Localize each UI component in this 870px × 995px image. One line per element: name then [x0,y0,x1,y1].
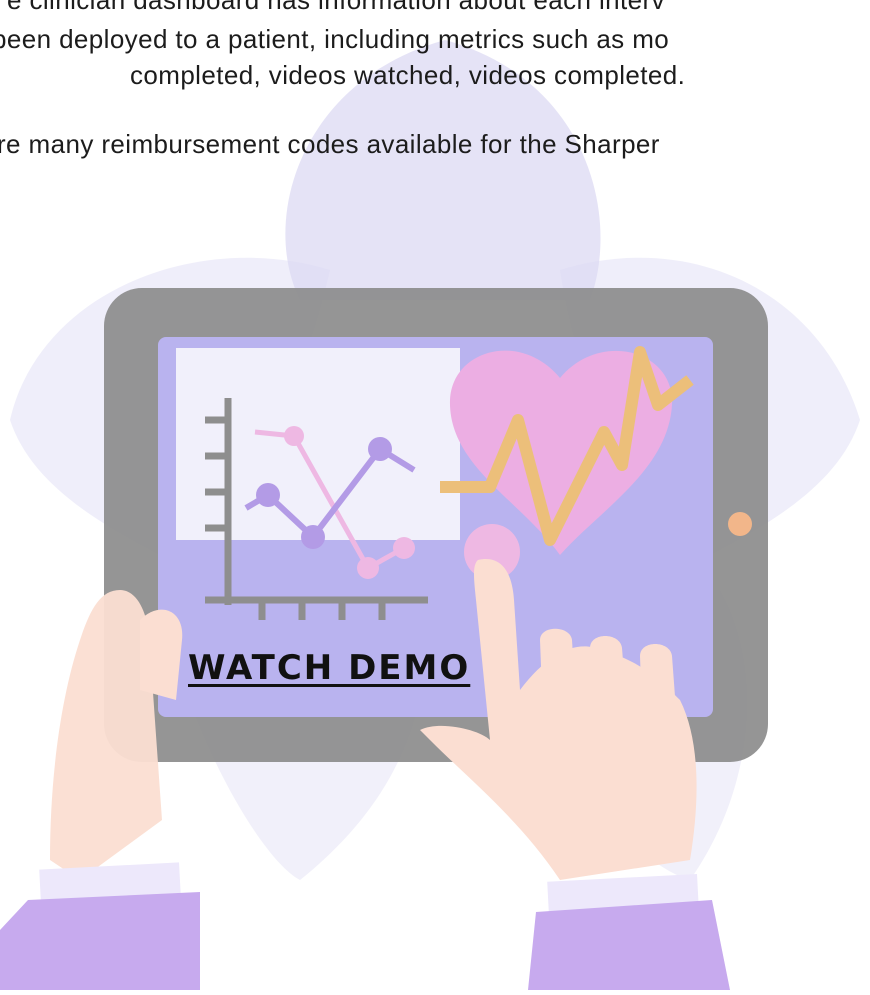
right-finger-2 [590,636,626,702]
intro-line-1: e clinician dashboard has information ab… [7,0,665,15]
intro-line-3: completed, videos watched, videos comple… [130,60,686,90]
left-thumb [140,609,183,700]
right-finger-3 [640,644,676,712]
right-sleeve [528,900,730,990]
right-finger-1 [540,628,575,692]
intro-line-2: been deployed to a patient, including me… [0,24,670,54]
watch-demo-link[interactable]: WATCH DEMO [188,648,470,688]
intro-paragraphs: e clinician dashboard has information ab… [0,0,870,200]
intro-line-4: re many reimbursement codes available fo… [0,129,660,159]
tablet-home-button [728,512,752,536]
left-sleeve [0,892,200,990]
chart-panel [176,348,460,540]
